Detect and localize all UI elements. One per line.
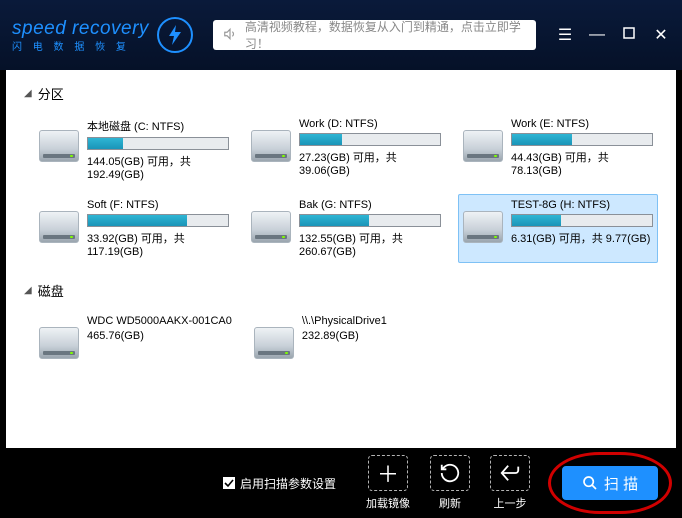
drive-stats: 27.23(GB) 可用，共 39.06(GB)	[299, 149, 441, 177]
disks-label: 磁盘	[38, 281, 64, 300]
drive-stats: 6.31(GB) 可用，共 9.77(GB)	[511, 230, 653, 246]
scan-params-checkbox[interactable]: 启用扫描参数设置	[223, 475, 336, 492]
usage-bar	[511, 133, 653, 146]
speaker-icon	[223, 27, 237, 44]
drive-icon	[254, 327, 294, 359]
drive-name: 本地磁盘 (C: NTFS)	[87, 118, 229, 134]
partition-item[interactable]: Work (D: NTFS) 27.23(GB) 可用，共 39.06(GB)	[246, 113, 446, 186]
partitions-grid: 本地磁盘 (C: NTFS) 144.05(GB) 可用，共 192.49(GB)…	[34, 113, 658, 263]
collapse-icon: ◢	[24, 285, 32, 296]
usage-bar	[299, 133, 441, 146]
drive-info: \\.\PhysicalDrive1 232.89(GB)	[302, 315, 443, 359]
drive-name: Soft (F: NTFS)	[87, 199, 229, 211]
disks-grid: WDC WD5000AAKX-001CA0 465.76(GB) \\.\Physi…	[34, 310, 658, 364]
scan-label: 扫 描	[604, 473, 638, 494]
drive-icon	[39, 130, 79, 162]
checkbox-label: 启用扫描参数设置	[240, 475, 336, 492]
back-icon	[490, 455, 530, 491]
drive-name: Work (E: NTFS)	[511, 118, 653, 130]
scan-button[interactable]: 扫 描	[562, 466, 658, 500]
drive-info: Work (D: NTFS) 27.23(GB) 可用，共 39.06(GB)	[299, 118, 441, 181]
app-logo: speed recovery 闪 电 数 据 恢 复	[12, 17, 193, 53]
drive-icon	[39, 211, 79, 243]
partition-item[interactable]: Soft (F: NTFS) 33.92(GB) 可用，共 117.19(GB)	[34, 194, 234, 263]
drive-icon	[463, 211, 503, 243]
disk-name: \\.\PhysicalDrive1	[302, 315, 443, 327]
back-label: 上一步	[494, 495, 527, 511]
checkbox-icon	[223, 477, 235, 489]
minimize-button[interactable]: —	[588, 26, 606, 44]
partition-item[interactable]: TEST-8G (H: NTFS) 6.31(GB) 可用，共 9.77(GB)	[458, 194, 658, 263]
disk-item[interactable]: WDC WD5000AAKX-001CA0 465.76(GB)	[34, 310, 237, 364]
scan-button-wrap: 扫 描	[562, 466, 658, 500]
drive-info: Soft (F: NTFS) 33.92(GB) 可用，共 117.19(GB)	[87, 199, 229, 258]
drive-info: WDC WD5000AAKX-001CA0 465.76(GB)	[87, 315, 232, 359]
close-button[interactable]: ✕	[652, 25, 670, 45]
usage-bar	[87, 214, 229, 227]
drive-info: Bak (G: NTFS) 132.55(GB) 可用，共 260.67(GB)	[299, 199, 441, 258]
bolt-icon	[157, 17, 193, 53]
partitions-header[interactable]: ◢ 分区	[24, 84, 658, 103]
menu-icon[interactable]: ☰	[556, 25, 574, 45]
partition-item[interactable]: Bak (G: NTFS) 132.55(GB) 可用，共 260.67(GB)	[246, 194, 446, 263]
logo-sub-text: 闪 电 数 据 恢 复	[12, 38, 149, 53]
drive-info: Work (E: NTFS) 44.43(GB) 可用，共 78.13(GB)	[511, 118, 653, 181]
usage-bar	[511, 214, 653, 227]
drive-icon	[251, 211, 291, 243]
collapse-icon: ◢	[24, 88, 32, 99]
disk-size: 232.89(GB)	[302, 330, 443, 342]
usage-bar	[299, 214, 441, 227]
refresh-icon	[430, 455, 470, 491]
drive-info: TEST-8G (H: NTFS) 6.31(GB) 可用，共 9.77(GB)	[511, 199, 653, 258]
disk-item[interactable]: \\.\PhysicalDrive1 232.89(GB)	[249, 310, 448, 364]
title-bar: speed recovery 闪 电 数 据 恢 复 高清视频教程，数据恢复从入…	[0, 0, 682, 70]
partition-item[interactable]: Work (E: NTFS) 44.43(GB) 可用，共 78.13(GB)	[458, 113, 658, 186]
drive-stats: 33.92(GB) 可用，共 117.19(GB)	[87, 230, 229, 258]
refresh-button[interactable]: 刷新	[430, 455, 470, 511]
drive-stats: 144.05(GB) 可用，共 192.49(GB)	[87, 153, 229, 181]
banner-text: 高清视频教程，数据恢复从入门到精通，点击立即学习！	[245, 18, 526, 52]
main-content: ◢ 分区 本地磁盘 (C: NTFS) 144.05(GB) 可用，共 192.4…	[6, 70, 676, 448]
load-image-button[interactable]: ＋ 加载镜像	[366, 455, 410, 511]
search-icon	[582, 475, 598, 491]
drive-icon	[463, 130, 503, 162]
drive-icon	[251, 130, 291, 162]
load-image-label: 加载镜像	[366, 495, 410, 511]
drive-name: TEST-8G (H: NTFS)	[511, 199, 653, 211]
disk-name: WDC WD5000AAKX-001CA0	[87, 315, 232, 327]
window-controls: ☰ — ✕	[556, 25, 670, 45]
drive-stats: 132.55(GB) 可用，共 260.67(GB)	[299, 230, 441, 258]
plus-icon: ＋	[368, 455, 408, 491]
drive-name: Work (D: NTFS)	[299, 118, 441, 130]
refresh-label: 刷新	[439, 495, 461, 511]
usage-bar	[87, 137, 229, 150]
drive-stats: 44.43(GB) 可用，共 78.13(GB)	[511, 149, 653, 177]
partitions-label: 分区	[38, 84, 64, 103]
disk-size: 465.76(GB)	[87, 330, 232, 342]
logo-main-text: speed recovery	[12, 18, 149, 40]
partition-item[interactable]: 本地磁盘 (C: NTFS) 144.05(GB) 可用，共 192.49(GB)	[34, 113, 234, 186]
footer-toolbar: 启用扫描参数设置 ＋ 加载镜像 刷新 上一步 扫 描	[0, 448, 682, 518]
drive-icon	[39, 327, 79, 359]
drive-name: Bak (G: NTFS)	[299, 199, 441, 211]
maximize-button[interactable]	[620, 26, 638, 45]
disks-header[interactable]: ◢ 磁盘	[24, 281, 658, 300]
tutorial-banner[interactable]: 高清视频教程，数据恢复从入门到精通，点击立即学习！	[213, 20, 536, 50]
back-button[interactable]: 上一步	[490, 455, 530, 511]
drive-info: 本地磁盘 (C: NTFS) 144.05(GB) 可用，共 192.49(GB)	[87, 118, 229, 181]
